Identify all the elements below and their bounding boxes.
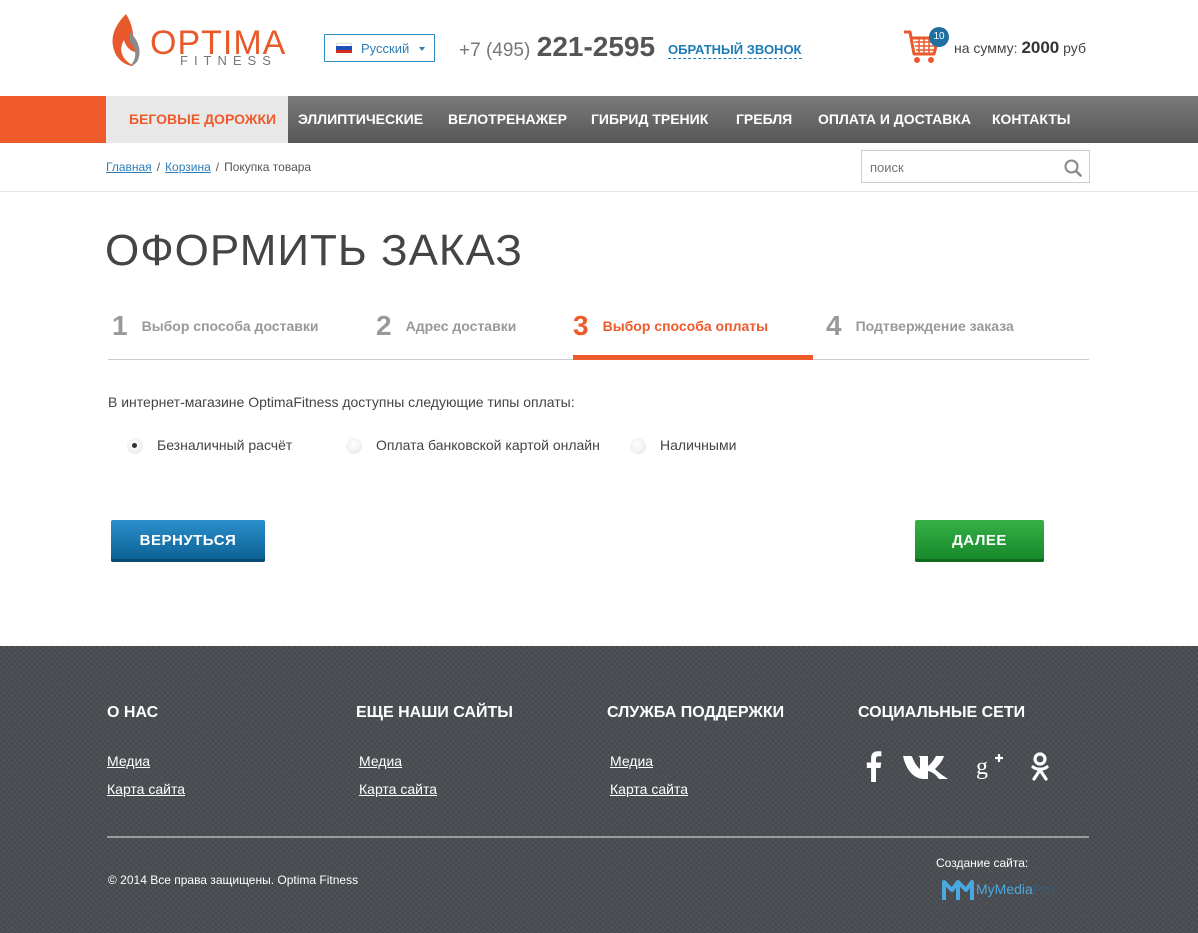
mymedia-logo[interactable]: MyMediaPro [942,878,1055,907]
cart-sum-label: на сумму: [954,40,1018,56]
step-number: 4 [826,310,842,341]
cart-count-badge: 10 [929,27,949,47]
made-by-label: Создание сайта: [936,856,1029,870]
search-box [861,150,1090,183]
step-number: 3 [573,310,589,341]
footer-link-sitemap[interactable]: Карта сайта [610,781,688,797]
google-plus-icon[interactable]: g [976,752,1004,780]
footer-link-media[interactable]: Медиа [610,753,653,769]
payment-option-cash[interactable]: Наличными [630,437,736,457]
site-header: OPTIMA FITNESS Русский +7 (495) 221-2595… [0,0,1198,96]
step-label: Выбор способа оплаты [602,318,769,334]
nav-item-ellipticals[interactable]: ЭЛЛИПТИЧЕСКИЕ [298,96,423,143]
nav-item-payment-delivery[interactable]: ОПЛАТА И ДОСТАВКА [818,96,971,143]
step-label: Адрес доставки [405,318,517,334]
payment-option-card-online[interactable]: Оплата банковской картой онлайн [346,437,600,457]
page: OPTIMA FITNESS Русский +7 (495) 221-2595… [0,0,1198,933]
copyright: © 2014 Все права защищены. Optima Fitnes… [108,873,359,887]
step-delivery-address[interactable]: 2 Адрес доставки [376,310,516,360]
cart-sum: на сумму: 2000 руб [954,38,1086,58]
payment-option-cashless[interactable]: Безналичный расчёт [127,437,292,457]
breadcrumb-home[interactable]: Главная [106,160,152,174]
payment-option-label: Безналичный расчёт [157,437,293,453]
nav-item-contacts[interactable]: КОНТАКТЫ [992,96,1070,143]
logo-sub-text: FITNESS [180,53,277,68]
footer-title-about: О НАС [107,704,159,721]
mymedia-logo-text: MyMediaPro [976,881,1055,897]
footer-title-social: СОЦИАЛЬНЫЕ СЕТИ [858,704,1026,721]
footer-title-other-sites: ЕЩЕ НАШИ САЙТЫ [356,704,513,721]
step-number: 2 [376,310,392,341]
phone-code: +7 (495) [459,40,531,61]
nav-item-hybrid[interactable]: ГИБРИД ТРЕНИК [591,96,708,143]
step-label: Выбор способа доставки [141,318,319,334]
payment-option-label: Оплата банковской картой онлайн [376,437,600,453]
checkout-steps: 1 Выбор способа доставки 2 Адрес доставки … [108,300,1089,360]
language-label: Русский [361,41,410,56]
step-delivery-method[interactable]: 1 Выбор способа доставки [112,310,318,360]
svg-text:g: g [976,754,988,780]
footer-link-sitemap[interactable]: Карта сайта [107,781,185,797]
next-button[interactable]: ДАЛЕЕ [915,520,1044,562]
flame-icon [112,14,140,66]
search-icon[interactable] [1064,159,1082,177]
facebook-icon[interactable] [864,750,882,782]
page-title: ОФОРМИТЬ ЗАКАЗ [105,226,523,275]
radio-button[interactable] [630,438,646,455]
back-button[interactable]: ВЕРНУТЬСЯ [111,520,265,562]
breadcrumb: Главная / Корзина / Покупка товара [106,160,312,174]
main-nav: БЕГОВЫЕ ДОРОЖКИ ЭЛЛИПТИЧЕСКИЕ ВЕЛОТРЕНАЖ… [0,96,1198,143]
site-logo[interactable]: OPTIMA FITNESS [108,12,285,68]
footer-link-media[interactable]: Медиа [359,753,402,769]
radio-button[interactable] [127,438,143,455]
breadcrumb-current: Покупка товара [224,160,312,174]
step-confirmation[interactable]: 4 Подтверждение заказа [826,310,1014,360]
odnoklassniki-icon[interactable] [1031,752,1049,782]
search-input[interactable] [870,158,1060,176]
nav-item-rowing[interactable]: ГРЕБЛЯ [736,96,792,143]
footer-title-support: СЛУЖБА ПОДДЕРЖКИ [607,704,785,721]
footer-link-sitemap[interactable]: Карта сайта [359,781,437,797]
callback-link[interactable]: ОБРАТНЫЙ ЗВОНОК [668,42,802,59]
vk-icon[interactable] [902,754,949,780]
step-payment-method[interactable]: 3 Выбор способа оплаты [573,310,813,360]
russia-flag-icon [336,43,352,53]
header-divider [0,191,1198,192]
step-label: Подтверждение заказа [855,318,1014,334]
payment-intro: В интернет-магазине OptimaFitness доступ… [108,394,575,410]
language-select[interactable]: Русский [324,34,435,62]
footer-divider [107,836,1089,838]
radio-button[interactable] [346,438,362,455]
chevron-down-icon [419,47,425,51]
mymedia-logo-icon [942,880,974,900]
phone-number: +7 (495) 221-2595 [459,31,655,63]
nav-accent-block [0,96,106,143]
breadcrumb-cart[interactable]: Корзина [165,160,211,174]
step-number: 1 [112,310,128,341]
cart-currency: руб [1063,40,1086,56]
cart-sum-value: 2000 [1021,38,1060,57]
nav-item-treadmills[interactable]: БЕГОВЫЕ ДОРОЖКИ [106,96,289,143]
footer-link-media[interactable]: Медиа [107,753,150,769]
phone-main: 221-2595 [536,31,656,62]
payment-option-label: Наличными [660,437,737,453]
nav-item-bikes[interactable]: ВЕЛОТРЕНАЖЕР [448,96,567,143]
site-footer: О НАС ЕЩЕ НАШИ САЙТЫ СЛУЖБА ПОДДЕРЖКИ СО… [0,646,1198,933]
